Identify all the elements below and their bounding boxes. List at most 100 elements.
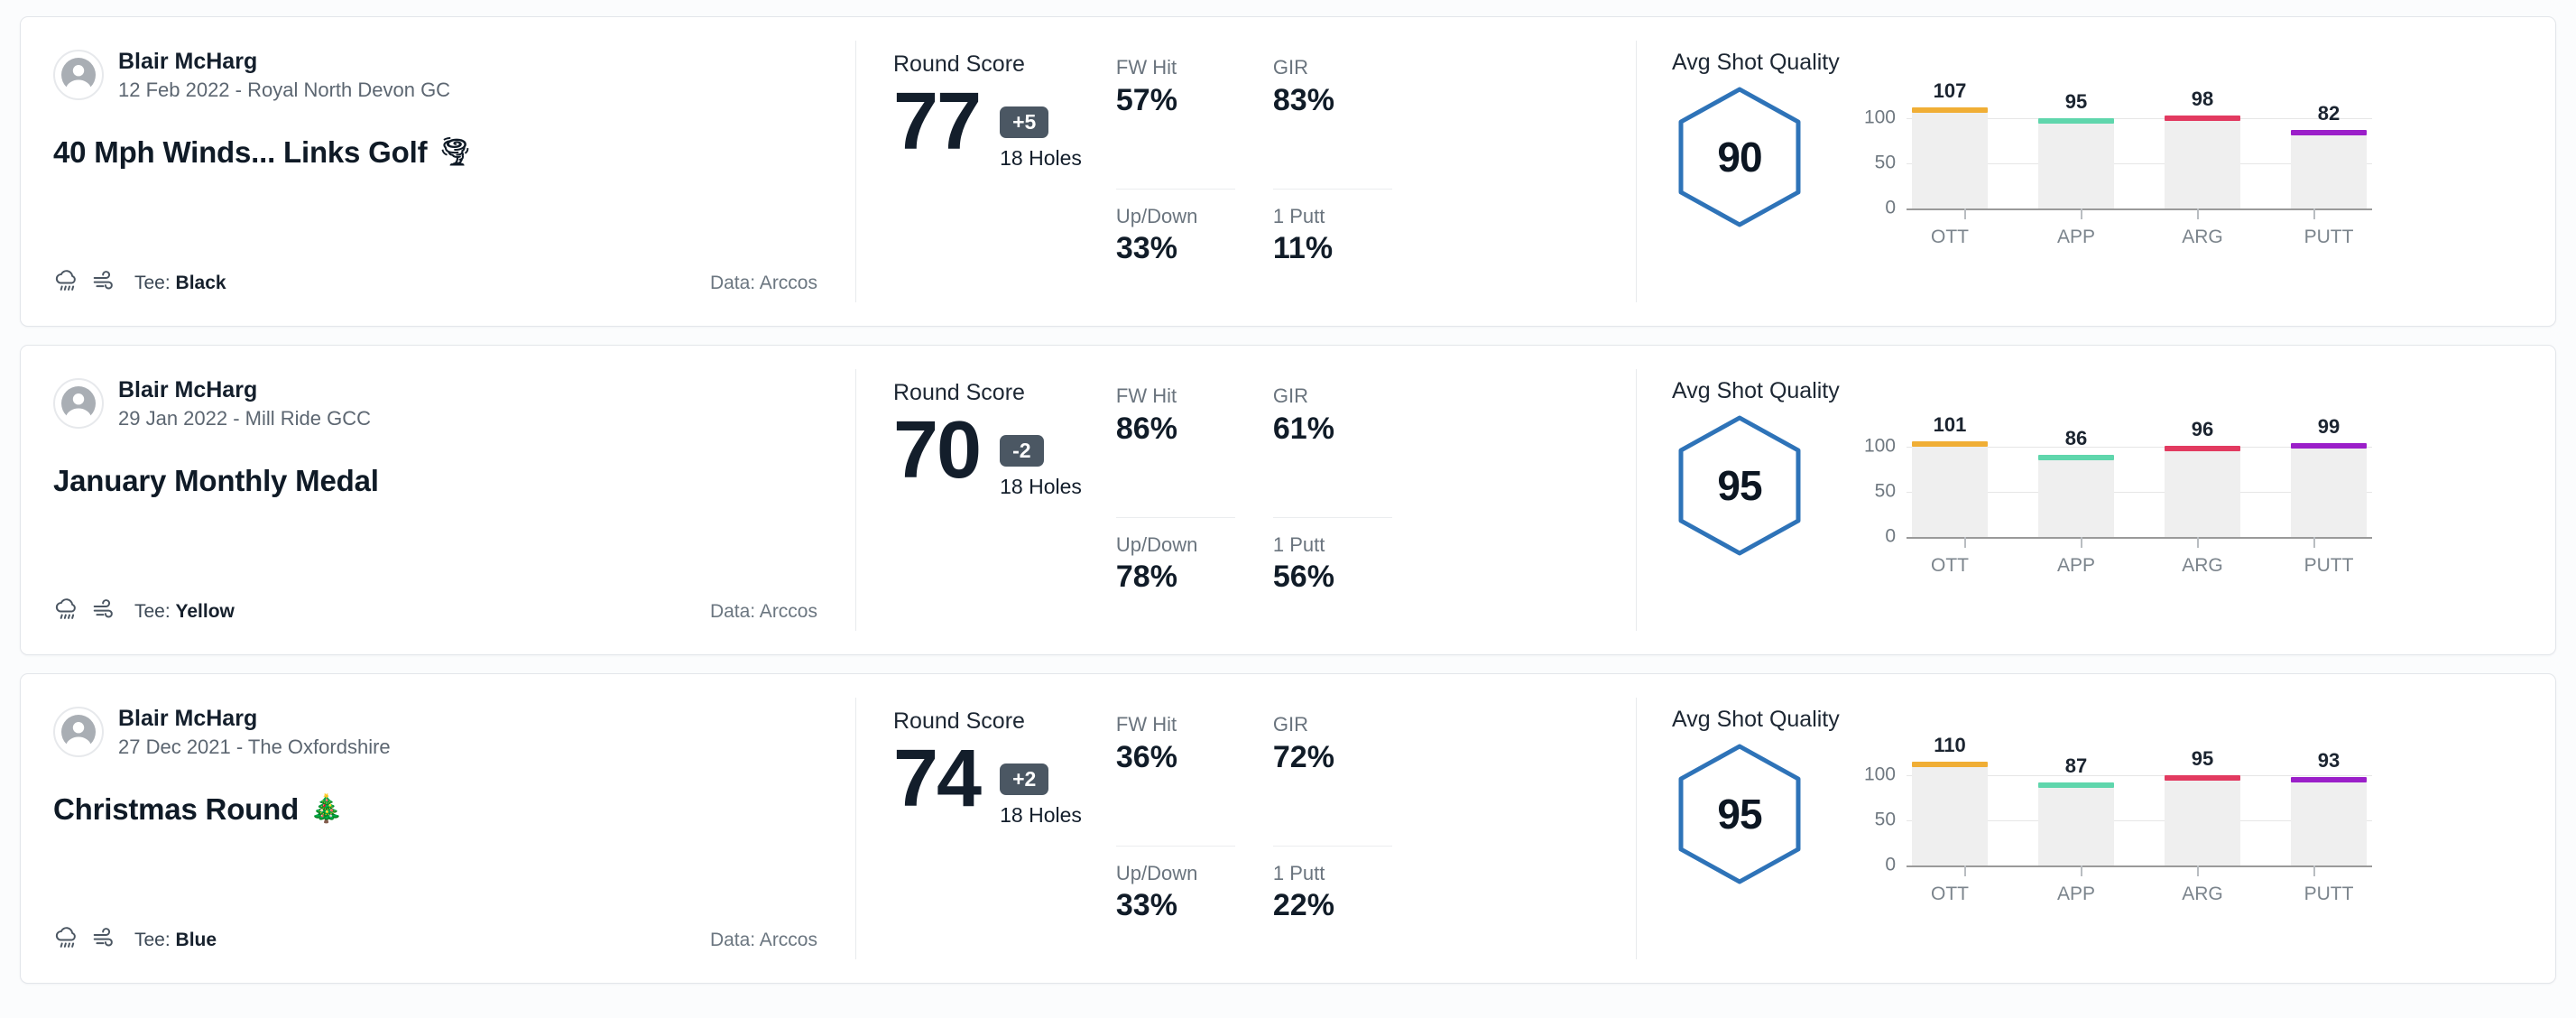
round-footer: Tee: Blue Data: Arccos (53, 924, 817, 956)
chart-plot-area: 100 50 0 110 87 95 93 (1864, 734, 2372, 875)
y-tick-50: 50 (1874, 809, 1896, 830)
chart-x-ticks (1907, 865, 2372, 878)
bar-col-ott[interactable]: 107 (1912, 79, 1988, 208)
bar-cap (1912, 107, 1988, 113)
card-divider-left (855, 698, 856, 959)
avg-shot-quality-value: 95 (1717, 791, 1762, 838)
stat-fw-hit-label: FW Hit (1115, 384, 1177, 407)
avg-shot-quality-value: 90 (1717, 134, 1762, 180)
score-side: -2 18 Holes (1000, 410, 1082, 499)
quality-body: 95 100 50 0 101 86 96 99 OTT APP ARG PUT… (1672, 413, 2519, 580)
round-conditions: Tee: Yellow (53, 596, 235, 627)
wind-icon (91, 267, 118, 299)
bar-track (2291, 130, 2367, 208)
bar-track (2291, 443, 2367, 537)
bar-value-app: 95 (2064, 90, 2088, 113)
round-title[interactable]: January Monthly Medal (53, 464, 817, 498)
bar-value-putt: 93 (2317, 749, 2341, 772)
x-label-putt: PUTT (2304, 227, 2354, 247)
bar-track (1912, 441, 1988, 537)
stat-fw-hit: FW Hit 86% (1115, 384, 1235, 518)
holes-played: 18 Holes (1000, 146, 1082, 171)
user-row[interactable]: Blair McHarg 12 Feb 2022 - Royal North D… (53, 49, 817, 101)
shot-quality-bar-chart: 100 50 0 110 87 95 93 OTT APP ARG PUTT (1851, 734, 2372, 909)
stat-one-putt-value: 11% (1272, 231, 1334, 265)
round-title-text: Christmas Round (53, 791, 300, 826)
x-label-app: APP (2056, 884, 2096, 904)
x-tick-mark (2196, 865, 2199, 876)
round-score-label: Round Score (893, 51, 1025, 77)
stat-gir: GIR 83% (1272, 55, 1392, 190)
user-name[interactable]: Blair McHarg (118, 706, 391, 732)
bar-cap (2291, 130, 2367, 135)
round-card[interactable]: Blair McHarg 29 Jan 2022 - Mill Ride GCC… (20, 345, 2556, 655)
chart-bars: 107 95 98 82 (1907, 79, 2372, 208)
chart-x-ticks (1907, 537, 2372, 550)
stat-fw-hit-value: 36% (1115, 739, 1177, 774)
bar-col-app[interactable]: 87 (2038, 753, 2114, 865)
bar-value-arg: 96 (2191, 418, 2214, 440)
bar-value-putt: 82 (2317, 102, 2341, 125)
bar-col-ott[interactable]: 101 (1912, 413, 1988, 537)
shot-quality-pane: Avg Shot Quality 95 100 50 0 101 86 96 9… (1636, 346, 2555, 654)
round-score-value: 74 (893, 734, 982, 824)
data-source: Data: Arccos (709, 600, 817, 622)
x-tick-mark (1963, 208, 1966, 219)
user-row[interactable]: Blair McHarg 29 Jan 2022 - Mill Ride GCC (53, 377, 817, 430)
round-title-emoji: 🎄 (309, 793, 344, 824)
chart-bars: 110 87 95 93 (1907, 734, 2372, 865)
x-tick-mark (2196, 208, 2199, 219)
stat-up-down-value: 33% (1115, 888, 1177, 922)
x-label-ott: OTT (1931, 227, 1969, 247)
bar-col-putt[interactable]: 82 (2291, 96, 2367, 208)
bar-col-putt[interactable]: 99 (2291, 415, 2367, 537)
user-name[interactable]: Blair McHarg (118, 49, 450, 75)
round-card[interactable]: Blair McHarg 12 Feb 2022 - Royal North D… (20, 16, 2556, 327)
to-par-badge: +2 (1000, 764, 1049, 796)
y-tick-50: 50 (1874, 480, 1896, 502)
round-stats-grid: FW Hit 57% GIR 83% Up/Down 33% 1 Putt 11… (1115, 50, 1392, 327)
stat-up-down-label: Up/Down (1115, 204, 1198, 227)
bar-cap (1912, 441, 1988, 447)
round-title-emoji: 🌪 (438, 136, 473, 167)
avatar[interactable] (53, 707, 104, 758)
bar-value-app: 87 (2064, 754, 2088, 777)
x-label-arg: ARG (2182, 227, 2223, 247)
round-score-pane: Round Score 70 -2 18 Holes FW Hit 86% GI… (855, 346, 1636, 654)
stat-gir-label: GIR (1272, 384, 1309, 407)
stat-up-down-label: Up/Down (1115, 532, 1198, 556)
user-row[interactable]: Blair McHarg 27 Dec 2021 - The Oxfordshi… (53, 706, 817, 758)
avatar[interactable] (53, 378, 104, 430)
bar-col-putt[interactable]: 93 (2291, 749, 2367, 865)
bar-col-app[interactable]: 95 (2038, 90, 2114, 208)
y-tick-0: 0 (1885, 854, 1896, 875)
card-divider-left (855, 369, 856, 631)
chart-plot-area: 100 50 0 101 86 96 99 (1864, 413, 2372, 547)
stat-fw-hit: FW Hit 57% (1115, 55, 1235, 190)
chart-plot-area: 100 50 0 107 95 98 82 (1864, 79, 2372, 218)
user-name[interactable]: Blair McHarg (118, 377, 371, 403)
bar-col-arg[interactable]: 96 (2165, 418, 2240, 537)
stat-up-down-value: 78% (1115, 560, 1177, 594)
round-title[interactable]: 40 Mph Winds... Links Golf 🌪 (53, 135, 817, 170)
bar-cap (2165, 775, 2240, 781)
avatar[interactable] (53, 50, 104, 101)
bar-col-ott[interactable]: 110 (1912, 734, 1988, 865)
stat-up-down-value: 33% (1115, 231, 1177, 265)
holes-played: 18 Holes (1000, 475, 1082, 499)
bar-col-arg[interactable]: 98 (2165, 88, 2240, 208)
stat-fw-hit-label: FW Hit (1115, 56, 1177, 79)
bar-track (2038, 455, 2114, 537)
round-card[interactable]: Blair McHarg 27 Dec 2021 - The Oxfordshi… (20, 673, 2556, 984)
bar-track (1912, 107, 1988, 208)
bar-cap (2038, 118, 2114, 124)
round-score-pane: Round Score 77 +5 18 Holes FW Hit 57% GI… (855, 17, 1636, 326)
bar-col-arg[interactable]: 95 (2165, 747, 2240, 865)
bar-track (2165, 775, 2240, 865)
y-tick-0: 0 (1885, 197, 1896, 218)
stat-up-down: Up/Down 33% (1116, 190, 1235, 327)
round-title[interactable]: Christmas Round 🎄 (53, 792, 817, 827)
x-label-ott: OTT (1931, 555, 1969, 576)
bar-value-arg: 95 (2191, 747, 2214, 770)
bar-col-app[interactable]: 86 (2038, 424, 2114, 537)
